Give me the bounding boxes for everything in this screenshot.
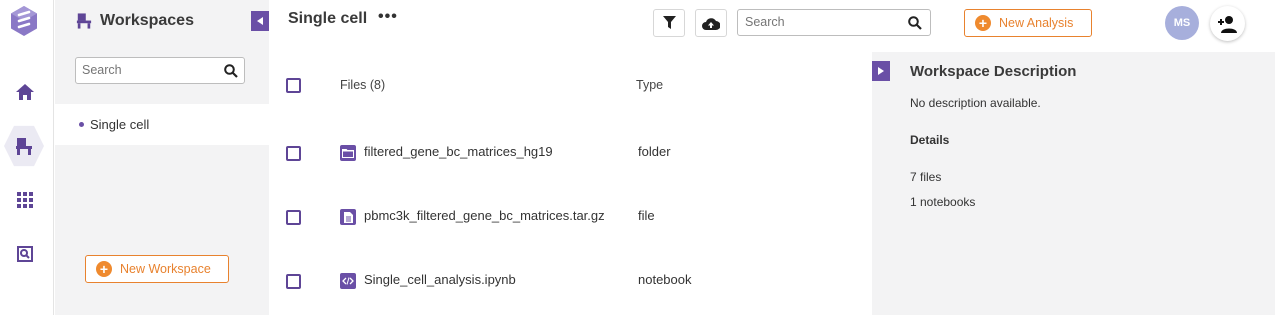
- select-all-checkbox[interactable]: [286, 78, 301, 93]
- new-workspace-button[interactable]: + New Workspace: [85, 255, 229, 283]
- workspaces-icon: [76, 12, 92, 30]
- caret-left-icon: [257, 17, 263, 25]
- new-workspace-label: New Workspace: [120, 262, 211, 276]
- description-title: Workspace Description: [910, 63, 1077, 80]
- app-logo-icon[interactable]: [10, 5, 38, 37]
- new-analysis-label: New Analysis: [999, 16, 1074, 30]
- workspace-search-input[interactable]: [82, 63, 217, 77]
- plus-circle-icon: +: [96, 261, 112, 277]
- add-user-button[interactable]: [1210, 6, 1245, 41]
- workspaces-title: Workspaces: [100, 12, 194, 29]
- notebooks-count: 1 notebooks: [910, 195, 976, 209]
- plus-circle-icon: +: [975, 15, 991, 31]
- file-name[interactable]: pbmc3k_filtered_gene_bc_matrices.tar.gz: [364, 208, 605, 223]
- search-icon[interactable]: [224, 64, 238, 83]
- user-avatar[interactable]: MS: [1165, 6, 1199, 40]
- new-analysis-button[interactable]: + New Analysis: [964, 9, 1092, 37]
- more-options-icon[interactable]: •••: [378, 8, 398, 26]
- toggle-description-button[interactable]: [872, 61, 890, 81]
- file-search-input[interactable]: [745, 15, 895, 29]
- filter-icon: [662, 16, 676, 29]
- data-explorer-icon[interactable]: [7, 236, 43, 272]
- workspaces-panel: Workspaces Single cell + New Workspace: [55, 0, 269, 315]
- cloud-upload-button[interactable]: [695, 9, 727, 37]
- caret-right-icon: [878, 67, 884, 75]
- workspace-item-single-cell[interactable]: Single cell: [55, 104, 269, 145]
- filter-button[interactable]: [653, 9, 685, 37]
- row-checkbox[interactable]: [286, 274, 301, 289]
- file-icon: [340, 209, 356, 225]
- file-name[interactable]: Single_cell_analysis.ipynb: [364, 272, 516, 287]
- left-rail: [0, 0, 54, 315]
- type-column-header[interactable]: Type: [636, 78, 663, 92]
- row-checkbox[interactable]: [286, 210, 301, 225]
- selected-dot: [79, 122, 84, 127]
- workspaces-icon[interactable]: [4, 125, 44, 167]
- files-column-header[interactable]: Files (8): [340, 78, 385, 92]
- file-type: folder: [638, 144, 671, 159]
- file-type: file: [638, 208, 655, 223]
- apps-grid-icon[interactable]: [7, 182, 43, 218]
- page-title: Single cell: [288, 10, 368, 27]
- file-search-field[interactable]: [737, 9, 931, 36]
- workspace-item-label: Single cell: [90, 117, 150, 132]
- folder-icon: [340, 145, 356, 161]
- workspace-search-field[interactable]: [75, 57, 245, 84]
- home-icon[interactable]: [7, 74, 43, 110]
- file-type: notebook: [638, 272, 692, 287]
- collapse-panel-button[interactable]: [251, 11, 269, 31]
- notebook-code-icon: [340, 273, 356, 289]
- row-checkbox[interactable]: [286, 146, 301, 161]
- cloud-upload-icon: [702, 17, 720, 30]
- add-user-icon: [1217, 15, 1237, 33]
- workspace-description-panel: Workspace Description No description ava…: [872, 52, 1275, 315]
- search-icon[interactable]: [908, 16, 922, 35]
- details-heading: Details: [910, 133, 950, 147]
- description-text: No description available.: [910, 96, 1041, 110]
- files-count: 7 files: [910, 170, 942, 184]
- file-name[interactable]: filtered_gene_bc_matrices_hg19: [364, 144, 553, 159]
